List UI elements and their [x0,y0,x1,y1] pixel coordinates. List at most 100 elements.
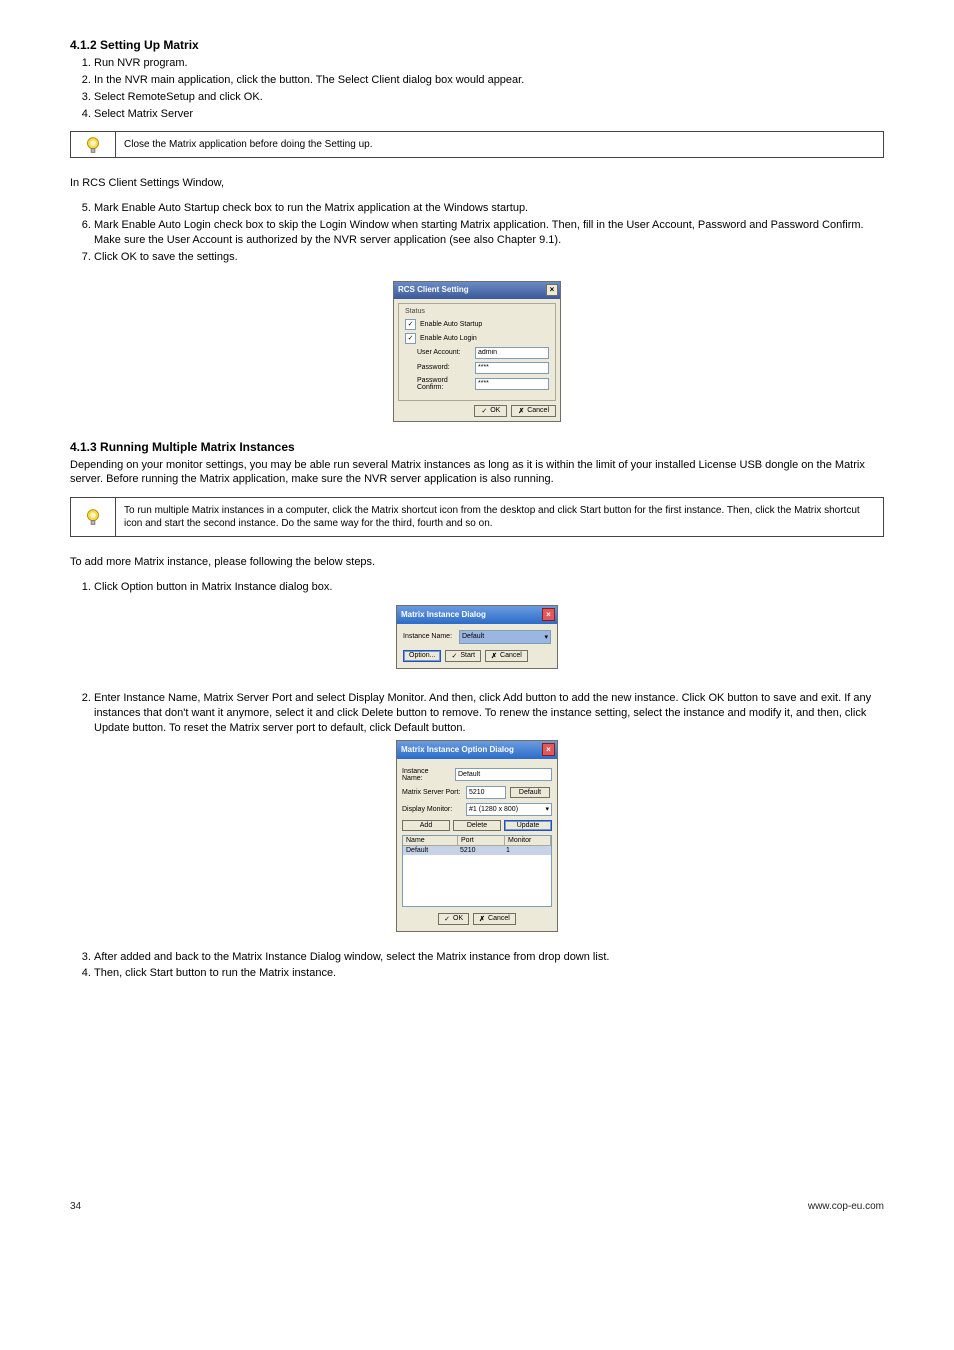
password-confirm-field[interactable] [475,378,549,390]
heading-setup-matrix: 4.1.2 Setting Up Matrix [70,38,884,52]
table-header: Name Port Monitor [403,836,551,846]
chk-auto-login-label: Enable Auto Login [420,335,477,342]
steps2-intro: To add more Matrix instance, please foll… [70,555,884,570]
instance-steps-b: Enter Instance Name, Matrix Server Port … [70,691,884,736]
add-button[interactable]: Add [402,820,450,831]
user-account-row: User Account: [417,347,549,359]
checkbox-auto-login[interactable]: ✓ [405,333,416,344]
opt-name-row: Instance Name: [402,768,552,782]
x-icon: ✗ [479,915,485,923]
instance-name-select[interactable]: Default ▾ [459,630,551,644]
x-icon: ✗ [491,652,497,660]
th-port: Port [458,836,505,845]
default-port-button[interactable]: Default [510,787,550,798]
dlg3-adu-buttons: Add Delete Update [402,820,552,831]
chevron-down-icon: ▾ [545,805,549,813]
chk-auto-startup-label: Enable Auto Startup [420,321,482,328]
user-account-field[interactable] [475,347,549,359]
opt-port-label: Matrix Server Port: [402,789,462,796]
settings-step-6: Mark Enable Auto Login check box to skip… [94,218,884,248]
matrix-instance-dialog: Matrix Instance Dialog × Instance Name: … [396,605,558,669]
rcs-client-setting-dialog: RCS Client Setting × Status ✓ Enable Aut… [393,281,561,422]
dlg3-okcancel: ✓OK ✗Cancel [402,913,552,925]
opt-port-field[interactable] [466,786,506,799]
ok-button[interactable]: ✓OK [474,405,507,417]
instance-name-label: Instance Name: [403,633,459,640]
cancel-button[interactable]: ✗Cancel [473,913,516,925]
instance-name-row: Instance Name: Default ▾ [403,630,551,644]
dlg2-body: Instance Name: Default ▾ Option... ✓Star… [397,624,557,668]
instance-name-value: Default [462,633,484,640]
instance-steps-a: Click Option button in Matrix Instance d… [70,580,884,595]
dlg2-titlebar: Matrix Instance Dialog × [397,606,557,624]
cancel-button[interactable]: ✗Cancel [485,650,528,662]
opt-monitor-select[interactable]: #1 (1280 x 800) ▾ [466,803,552,816]
table-row[interactable]: Default 5210 1 [403,846,551,855]
opt-name-field[interactable] [455,768,552,781]
td-monitor: 1 [503,846,551,855]
step-1: Run NVR program. [94,56,884,71]
check-icon: ✓ [451,652,457,660]
page-footer: 34 www.cop-eu.com [70,1201,884,1212]
chk-auto-startup-row: ✓ Enable Auto Startup [405,319,549,330]
opt-port-row: Matrix Server Port: Default [402,786,552,799]
footer-url: www.cop-eu.com [808,1201,884,1212]
password-row: Password: [417,362,549,374]
matrix-instance-option-dialog: Matrix Instance Option Dialog × Instance… [396,740,558,932]
password-confirm-row: Password Confirm: [417,377,549,391]
opt-monitor-value: #1 (1280 x 800) [469,806,518,813]
dlg2-buttons: Option... ✓Start ✗Cancel [403,650,551,662]
after-tip-intro: In RCS Client Settings Window, [70,176,884,191]
instance-step-4: Then, click Start button to run the Matr… [94,966,884,981]
opt-monitor-row: Display Monitor: #1 (1280 x 800) ▾ [402,803,552,816]
update-button[interactable]: Update [504,820,552,831]
password-confirm-label: Password Confirm: [417,377,475,391]
close-icon[interactable]: × [546,284,558,296]
option-button[interactable]: Option... [403,650,441,662]
close-icon[interactable]: × [542,608,555,621]
ok-label: OK [453,915,463,922]
cancel-label: Cancel [527,407,549,414]
close-icon[interactable]: × [542,743,555,756]
opt-monitor-label: Display Monitor: [402,806,462,813]
opt-name-label: Instance Name: [402,768,451,782]
status-group-legend: Status [405,308,549,315]
instance-step-3: After added and back to the Matrix Insta… [94,950,884,965]
dlg1-titlebar: RCS Client Setting × [394,282,560,299]
instance-steps-c: After added and back to the Matrix Insta… [70,950,884,982]
tip-text-2: To run multiple Matrix instances in a co… [116,497,884,537]
settings-step-5: Mark Enable Auto Startup check box to ru… [94,201,884,216]
instance-step-1: Click Option button in Matrix Instance d… [94,580,884,595]
step-3: Select RemoteSetup and click OK. [94,90,884,105]
user-account-label: User Account: [417,349,475,356]
setup-steps-list: Run NVR program. In the NVR main applica… [70,56,884,121]
page-number: 34 [70,1201,81,1212]
cancel-button[interactable]: ✗Cancel [511,405,556,417]
dlg2-title-text: Matrix Instance Dialog [401,610,486,619]
td-name: Default [403,846,457,855]
dlg3-body: Instance Name: Matrix Server Port: Defau… [397,759,557,931]
bulb-icon [70,131,116,158]
cancel-label: Cancel [500,652,522,659]
check-icon: ✓ [481,407,487,415]
x-icon: ✗ [518,407,524,415]
tip-callout-2: To run multiple Matrix instances in a co… [70,497,884,537]
settings-step-7: Click OK to save the settings. [94,250,884,265]
password-field[interactable] [475,362,549,374]
settings-steps-list: Mark Enable Auto Startup check box to ru… [70,201,884,264]
instance-table: Name Port Monitor Default 5210 1 [402,835,552,907]
dlg1-buttons: ✓OK ✗Cancel [398,405,556,417]
step-4: Select Matrix Server [94,107,884,122]
start-button[interactable]: ✓Start [445,650,481,662]
th-monitor: Monitor [505,836,551,845]
tip-callout-1: Close the Matrix application before doin… [70,131,884,158]
dlg3-title-text: Matrix Instance Option Dialog [401,745,514,754]
heading-multiple-instances: 4.1.3 Running Multiple Matrix Instances [70,440,884,454]
checkbox-auto-startup[interactable]: ✓ [405,319,416,330]
instance-step-2: Enter Instance Name, Matrix Server Port … [94,691,884,736]
status-group: Status ✓ Enable Auto Startup ✓ Enable Au… [398,303,556,401]
delete-button[interactable]: Delete [453,820,501,831]
th-name: Name [403,836,458,845]
ok-button[interactable]: ✓OK [438,913,469,925]
check-icon: ✓ [444,915,450,923]
